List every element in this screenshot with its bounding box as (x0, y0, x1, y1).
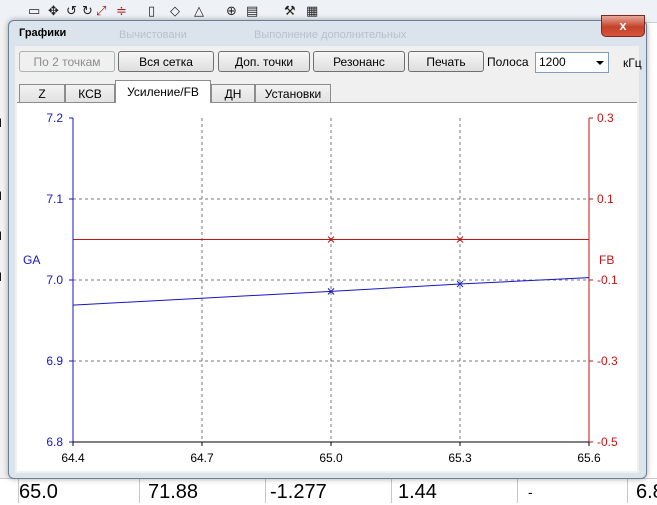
title-ghost-text: Вычистовани (119, 29, 187, 41)
charts-dialog: Графики Вычистовани Выполнение дополните… (8, 15, 647, 479)
slider-icon[interactable]: ≑ (116, 4, 127, 19)
table-cell: 71.88 (139, 479, 265, 503)
target-icon[interactable]: ⊕ (226, 4, 237, 19)
close-button[interactable]: x (601, 15, 645, 37)
x-tick-label: 64.7 (190, 451, 214, 465)
calculator-icon[interactable]: ▦ (306, 4, 318, 19)
tools-icon[interactable]: ⚒ (284, 4, 296, 19)
print-button[interactable]: Печать (408, 51, 484, 72)
y-right-tick-label: -0.3 (597, 354, 618, 368)
background-fragment: ı (0, 268, 3, 285)
chevron-down-icon[interactable] (596, 61, 604, 65)
y-left-tick-label: 7.0 (46, 273, 63, 287)
pages-icon[interactable]: ▤ (246, 4, 258, 19)
background-fragment: ı (0, 187, 3, 204)
y-left-tick-label: 7.1 (46, 192, 63, 206)
tab-swr[interactable]: КСВ (65, 84, 115, 102)
table-cell: -1.277 (265, 479, 391, 503)
y-left-axis-label: GA (23, 253, 40, 267)
y-right-tick-label: 0.3 (597, 111, 614, 125)
band-value: 1200 (539, 55, 566, 69)
y-left-tick-label: 6.9 (46, 354, 63, 368)
move-icon[interactable]: ✥ (48, 4, 59, 19)
x-tick-label: 64.4 (61, 451, 85, 465)
two-points-button[interactable]: По 2 точкам (19, 51, 115, 72)
background-table-row: 65.0 71.88 -1.277 1.44 - 6.8 (0, 478, 657, 503)
tab-settings[interactable]: Установки (255, 84, 331, 102)
dialog-title: Графики (19, 27, 67, 39)
save-icon[interactable]: ▭ (28, 4, 40, 19)
y-left-tick-label: 6.8 (46, 435, 63, 449)
y-right-tick-label: -0.5 (597, 435, 618, 449)
table-cell: 65.0 (18, 479, 139, 503)
chart-panel: 64.4 64.7 65.0 65.3 65.6 7.2 7.1 7.0 6.9 6.8 0.3 0.… (17, 103, 637, 471)
resize-icon[interactable]: ⤢ (96, 4, 106, 19)
gain-fb-chart: 64.4 64.7 65.0 65.3 65.6 7.2 7.1 7.0 6.9 6.8 0.3 0.… (23, 111, 618, 465)
resonance-button[interactable]: Резонанс (313, 51, 405, 72)
background-fragment: ı (0, 227, 3, 244)
close-icon: x (619, 18, 627, 33)
full-grid-button[interactable]: Вся сетка (118, 51, 214, 72)
y-right-tick-label: 0.1 (597, 192, 614, 206)
dialog-titlebar[interactable]: Графики Вычистовани Выполнение дополните… (9, 15, 646, 45)
rotate-icon[interactable]: ↺ (66, 4, 77, 19)
eraser-icon[interactable]: ◇ (170, 4, 180, 19)
background-fragment: ı (0, 114, 3, 131)
table-cell: - (517, 479, 627, 503)
y-right-tick-label: -0.1 (597, 273, 618, 287)
extra-points-button[interactable]: Доп. точки (218, 51, 310, 72)
y-left-tick-label: 7.2 (46, 111, 63, 125)
refresh-icon[interactable]: ↻ (82, 4, 93, 19)
triangle-icon[interactable]: △ (194, 4, 204, 19)
dialog-client-area: По 2 точкам Вся сетка Доп. точки Резонан… (15, 46, 642, 473)
table-cell: 6.8 (627, 479, 657, 503)
tab-gain-fb[interactable]: Усиление/FB (115, 80, 211, 103)
title-ghost-text: Выполнение дополнительных (254, 29, 407, 41)
band-select[interactable]: 1200 (535, 52, 609, 73)
x-tick-label: 65.0 (319, 451, 343, 465)
y-right-axis-label: FB (599, 253, 614, 267)
document-icon[interactable]: ▯ (148, 4, 155, 19)
table-cell: 1.44 (391, 479, 517, 503)
tab-z[interactable]: Z (19, 84, 65, 102)
x-tick-label: 65.6 (577, 451, 601, 465)
x-tick-label: 65.3 (448, 451, 472, 465)
band-unit: кГц (623, 56, 642, 70)
band-label: Полоса (487, 55, 529, 69)
tab-pattern[interactable]: ДН (211, 84, 255, 102)
